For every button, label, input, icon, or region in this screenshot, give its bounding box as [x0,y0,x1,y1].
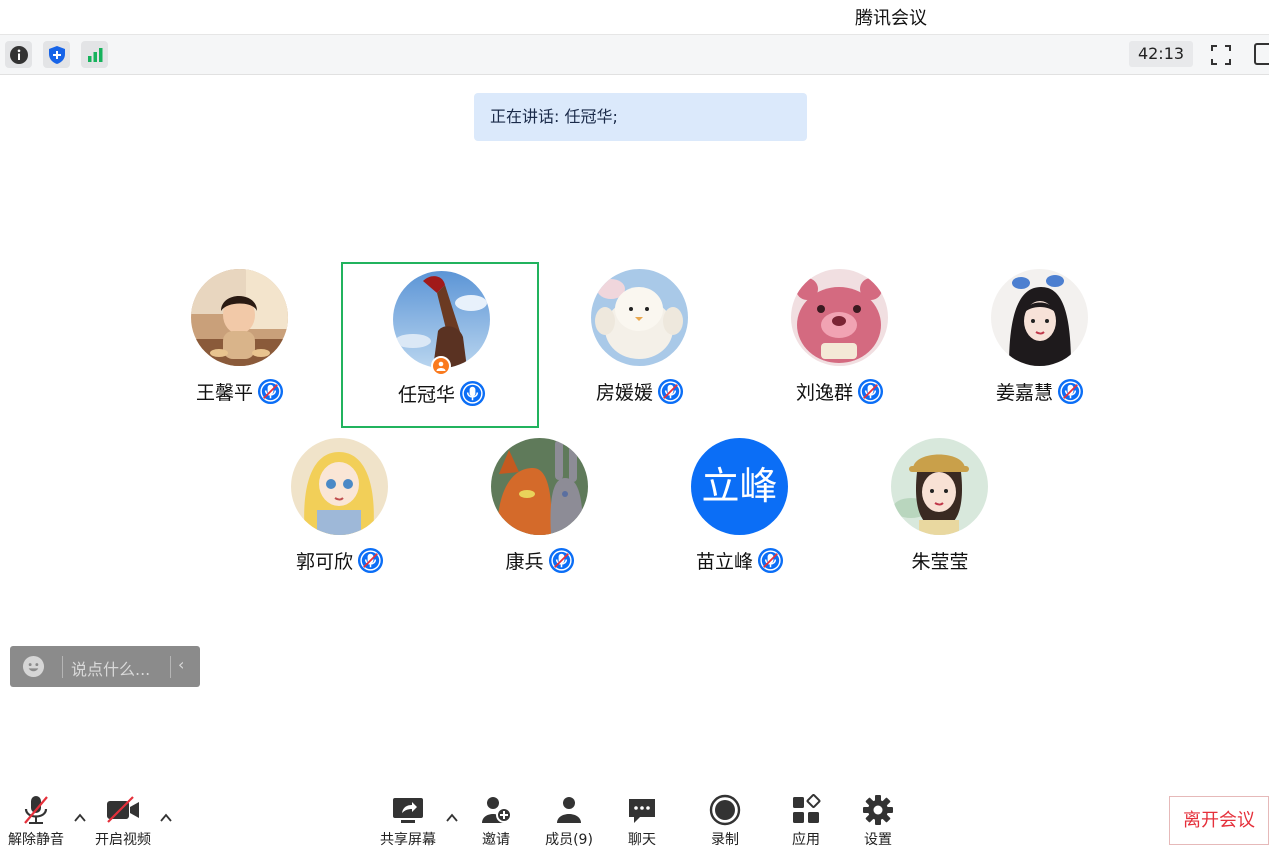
avatar [191,269,288,366]
participant-name-row: 郭可欣 [241,545,439,575]
participant-name-row: 房媛媛 [541,376,739,406]
participant-tile[interactable]: 朱莹莹 [841,431,1039,597]
participant-name-row: 苗立峰 [641,545,839,575]
participant-tile[interactable]: 康兵 [441,431,639,597]
video-options-chevron-up-icon[interactable] [159,812,173,824]
avatar [591,269,688,366]
window-title: 腾讯会议 [855,8,927,29]
share-screen-label: 共享屏幕 [380,832,436,848]
host-badge-icon [431,356,451,376]
participant-name: 姜嘉慧 [995,381,1053,404]
avatar [891,438,988,535]
speaking-indicator: 正在讲话: 任冠华; [474,93,807,141]
security-button[interactable] [43,41,70,68]
meeting-timer: 42:13 [1129,41,1193,67]
participant-tile[interactable]: 刘逸群 [741,262,939,428]
mic-muted-icon [657,378,684,404]
participant-name-row: 刘逸群 [741,376,939,406]
chat-icon [629,799,655,823]
participant-name: 房媛媛 [595,381,653,404]
participant-name-row: 姜嘉慧 [941,376,1139,406]
meeting-top-bar: 42:13 [0,34,1269,75]
chat-button[interactable]: 聊天 [622,794,662,850]
participant-name: 朱莹莹 [911,550,969,573]
window-mode-button[interactable] [1254,43,1269,65]
participant-name-row: 王馨平 [141,376,339,406]
mic-on-icon [459,380,486,406]
participant-tile[interactable]: 立峰 苗立峰 [641,431,839,597]
fullscreen-icon [1211,44,1231,65]
chat-label: 聊天 [628,832,656,848]
apps-label: 应用 [792,832,820,848]
participant-name: 任冠华 [397,383,455,406]
participant-name: 苗立峰 [695,550,753,573]
participant-name: 王馨平 [195,381,253,404]
avatar [291,438,388,535]
apps-icon [793,794,821,823]
participant-tile[interactable]: 郭可欣 [241,431,439,597]
share-screen-icon [393,798,423,823]
record-icon [709,794,741,826]
participant-tile[interactable]: 姜嘉慧 [941,262,1139,428]
emoji-icon[interactable] [22,655,45,678]
participant-name-row: 任冠华 [343,378,541,408]
mic-muted-icon [24,796,48,824]
unmute-button[interactable]: 解除静音 [6,794,66,850]
divider [170,656,171,678]
mic-muted-icon [857,378,884,404]
participant-tile[interactable]: 王馨平 [141,262,339,428]
participant-tile[interactable]: 房媛媛 [541,262,739,428]
fullscreen-button[interactable] [1207,41,1235,68]
mic-muted-icon [548,547,574,573]
avatar [491,438,588,535]
add-user-icon [482,797,512,823]
audio-options-chevron-up-icon[interactable] [73,812,87,824]
apps-button[interactable]: 应用 [786,794,826,850]
record-label: 录制 [711,832,739,848]
title-bar: 腾讯会议 [0,0,1269,34]
start-video-label: 开启视频 [95,832,151,848]
participant-name: 刘逸群 [795,381,853,404]
avatar [991,269,1088,366]
share-options-chevron-up-icon[interactable] [445,812,459,824]
chat-quick-input[interactable]: 说点什么... ‹ [10,646,200,687]
invite-label: 邀请 [482,832,510,848]
mic-muted-icon [357,547,384,573]
members-icon [557,797,581,823]
meeting-info-button[interactable] [5,41,32,68]
avatar [791,269,888,366]
record-button[interactable]: 录制 [705,794,745,850]
leave-meeting-button[interactable]: 离开会议 [1169,796,1269,845]
signal-icon [87,47,102,62]
members-label: 成员(9) [545,832,593,848]
invite-button[interactable]: 邀请 [476,794,516,850]
unmute-label: 解除静音 [8,832,64,848]
camera-off-icon [107,796,139,823]
avatar [393,271,490,368]
participant-tile-active-speaker[interactable]: 任冠华 [341,262,539,428]
start-video-button[interactable]: 开启视频 [92,794,154,850]
shield-icon [48,45,65,64]
participant-name-row: 朱莹莹 [841,545,1039,575]
divider [62,656,63,678]
settings-button[interactable]: 设置 [858,794,898,850]
participant-name: 郭可欣 [295,550,353,573]
mic-muted-icon [757,547,784,573]
share-screen-button[interactable]: 共享屏幕 [378,794,438,850]
chat-input-placeholder[interactable]: 说点什么... [71,656,150,680]
participant-name: 康兵 [505,550,544,573]
settings-label: 设置 [864,832,892,848]
network-status-button[interactable] [81,41,108,68]
mic-muted-icon [1057,378,1084,404]
avatar-initials: 立峰 [691,438,788,535]
members-button[interactable]: 成员(9) [543,794,595,850]
mic-muted-icon [257,378,284,404]
gear-icon [863,795,893,825]
collapse-chevron-icon[interactable]: ‹ [178,655,184,674]
info-icon [9,45,28,64]
participant-name-row: 康兵 [441,545,639,575]
